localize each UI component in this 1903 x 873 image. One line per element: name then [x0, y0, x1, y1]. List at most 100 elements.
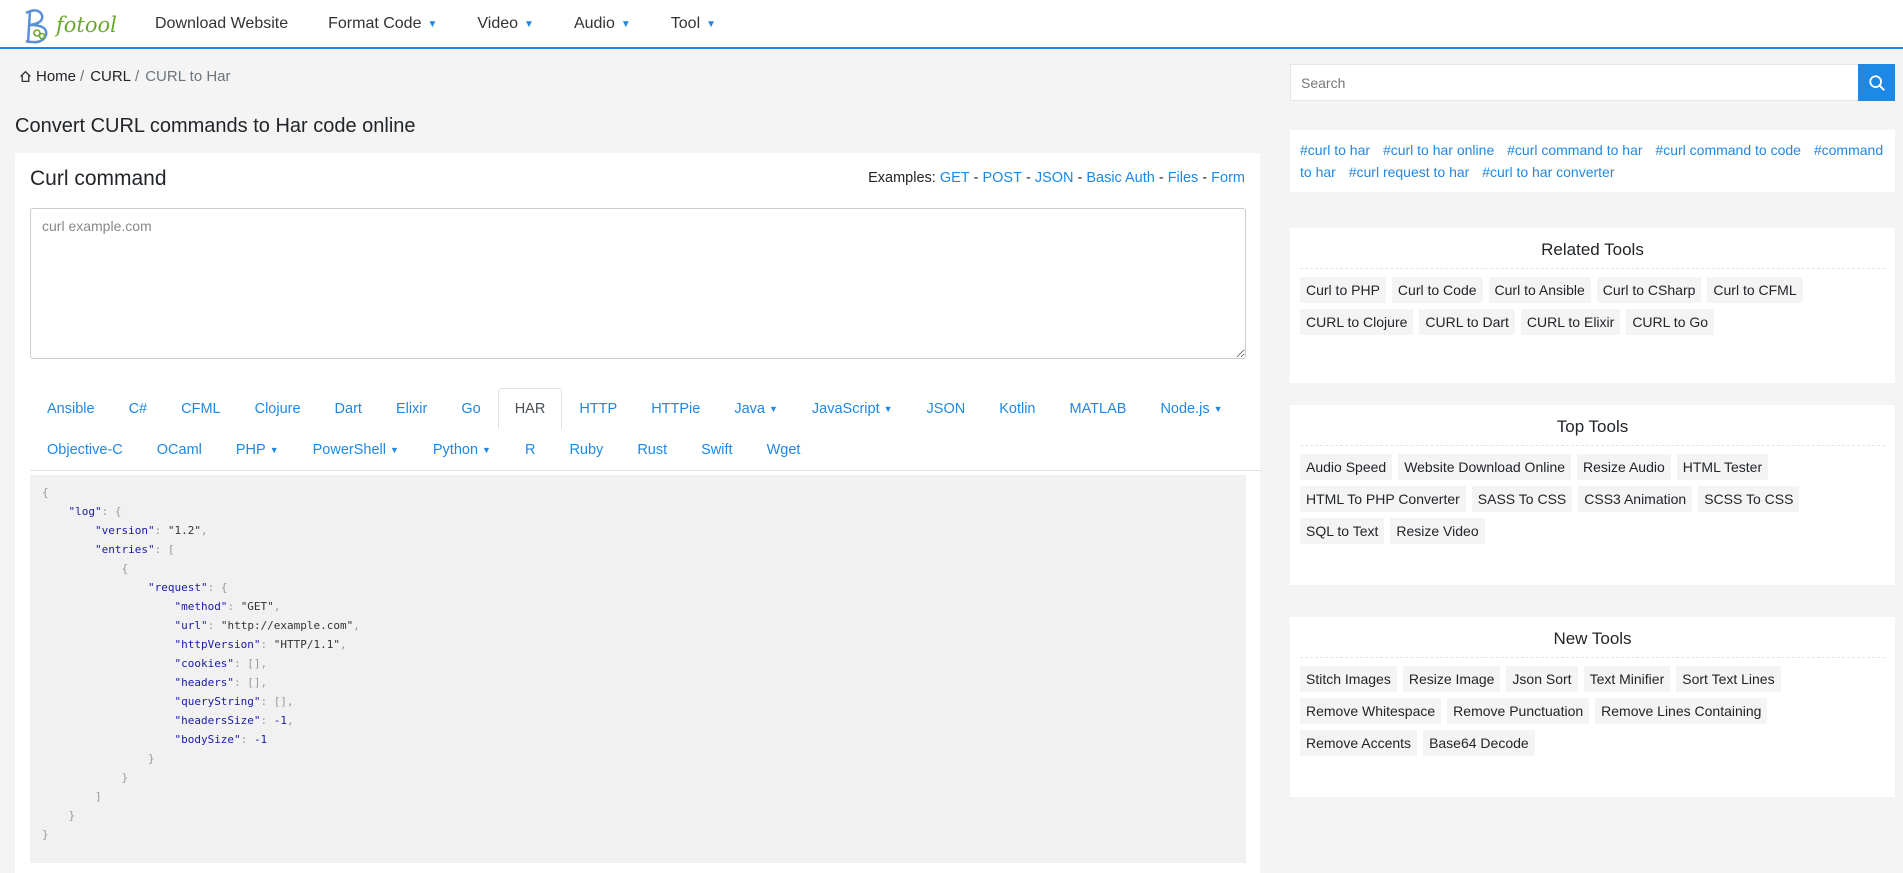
tab-python[interactable]: Python ▼ [416, 429, 508, 470]
tab-node-js[interactable]: Node.js ▼ [1143, 388, 1239, 429]
tab-ansible[interactable]: Ansible [30, 388, 112, 429]
example-basic-auth[interactable]: Basic Auth [1086, 170, 1155, 186]
example-files[interactable]: Files [1168, 170, 1199, 186]
tab-label: Objective-C [47, 442, 123, 458]
tab-javascript[interactable]: JavaScript ▼ [795, 388, 910, 429]
breadcrumb-curl[interactable]: CURL [90, 68, 131, 85]
nav-label: Format Code [328, 15, 422, 32]
tag-link[interactable]: #curl command to har [1507, 142, 1642, 158]
json-key: "cookies" [174, 657, 235, 670]
tool-link-remove-lines-containing[interactable]: Remove Lines Containing [1595, 698, 1768, 724]
nav-label: Video [477, 15, 519, 32]
tool-link-curl-to-elixir[interactable]: CURL to Elixir [1520, 309, 1621, 335]
top-tools-title: Top Tools [1300, 417, 1885, 446]
tab-powershell[interactable]: PowerShell ▼ [296, 429, 416, 470]
breadcrumb-home[interactable]: Home [36, 68, 76, 85]
breadcrumb-separator: / [80, 68, 85, 85]
example-json[interactable]: JSON [1035, 170, 1074, 186]
tab-ocaml[interactable]: OCaml [140, 429, 219, 470]
tag-link[interactable]: #curl to har [1300, 142, 1370, 158]
tag-link[interactable]: #curl to har converter [1482, 164, 1614, 180]
tool-link-audio-speed[interactable]: Audio Speed [1300, 454, 1393, 480]
tool-link-css3-animation[interactable]: CSS3 Animation [1578, 486, 1693, 512]
caret-down-icon: ▼ [883, 404, 893, 414]
tool-link-curl-to-csharp[interactable]: Curl to CSharp [1596, 277, 1702, 303]
tool-link-remove-whitespace[interactable]: Remove Whitespace [1300, 698, 1442, 724]
json-value: "HTTP/1.1" [273, 638, 341, 651]
tab-objective-c[interactable]: Objective-C [30, 429, 140, 470]
tab-http[interactable]: HTTP [562, 388, 634, 429]
tool-link-website-download-online[interactable]: Website Download Online [1398, 454, 1572, 480]
tab-wget[interactable]: Wget [750, 429, 818, 470]
tab-label: Swift [701, 442, 733, 458]
tool-link-resize-image[interactable]: Resize Image [1402, 666, 1501, 692]
search-button[interactable] [1858, 64, 1895, 101]
curl-command-input[interactable] [30, 208, 1246, 359]
tool-link-html-tester[interactable]: HTML Tester [1676, 454, 1769, 480]
tab-cfml[interactable]: CFML [164, 388, 237, 429]
nav-tool[interactable]: Tool ▼ [671, 15, 716, 33]
tag-link[interactable]: #curl to har online [1383, 142, 1494, 158]
tool-link-curl-to-php[interactable]: Curl to PHP [1300, 277, 1386, 303]
example-post[interactable]: POST [982, 170, 1021, 186]
tool-link-json-sort[interactable]: Json Sort [1506, 666, 1578, 692]
tool-link-resize-audio[interactable]: Resize Audio [1577, 454, 1671, 480]
tool-link-resize-video[interactable]: Resize Video [1390, 518, 1485, 544]
json-key: "version" [94, 524, 155, 537]
tool-link-base64-decode[interactable]: Base64 Decode [1423, 730, 1535, 756]
tool-link-text-minifier[interactable]: Text Minifier [1583, 666, 1671, 692]
tab-java[interactable]: Java ▼ [717, 388, 795, 429]
home-icon [19, 70, 32, 83]
tab-httpie[interactable]: HTTPie [634, 388, 717, 429]
main-nav: Download Website Format Code ▼ Video ▼ A… [155, 0, 756, 48]
tab-r[interactable]: R [508, 429, 552, 470]
tab-label: OCaml [156, 442, 202, 458]
new-tools-card: New Tools Stitch Images Resize Image Json … [1290, 617, 1895, 797]
tool-link-html-to-php-converter[interactable]: HTML To PHP Converter [1300, 486, 1466, 512]
tab-clojure[interactable]: Clojure [238, 388, 318, 429]
tab-elixir[interactable]: Elixir [379, 388, 444, 429]
tool-link-scss-to-css[interactable]: SCSS To CSS [1698, 486, 1800, 512]
tab-matlab[interactable]: MATLAB [1052, 388, 1143, 429]
tab-ruby[interactable]: Ruby [552, 429, 620, 470]
tool-link-stitch-images[interactable]: Stitch Images [1300, 666, 1397, 692]
site-logo[interactable]: fotool [20, 4, 117, 46]
caret-down-icon: ▼ [706, 18, 717, 30]
tool-link-sort-text-lines[interactable]: Sort Text Lines [1676, 666, 1781, 692]
tool-link-remove-accents[interactable]: Remove Accents [1300, 730, 1418, 756]
tab-dart[interactable]: Dart [318, 388, 379, 429]
nav-video[interactable]: Video ▼ [477, 15, 534, 33]
editor-title: Curl command [30, 167, 167, 190]
json-key: "bodySize" [174, 733, 241, 746]
tab-kotlin[interactable]: Kotlin [982, 388, 1052, 429]
tag-link[interactable]: #curl command to code [1655, 142, 1801, 158]
tab-rust[interactable]: Rust [620, 429, 684, 470]
search-input[interactable] [1290, 64, 1860, 101]
tab-swift[interactable]: Swift [684, 429, 749, 470]
example-form[interactable]: Form [1211, 170, 1245, 186]
tool-link-curl-to-dart[interactable]: CURL to Dart [1419, 309, 1515, 335]
example-get[interactable]: GET [940, 170, 970, 186]
top-navbar: fotool Download Website Format Code ▼ Vi… [0, 0, 1903, 49]
tab-har[interactable]: HAR [497, 388, 563, 429]
har-output[interactable]: { "log": { "version": "1.2", "entries": … [30, 475, 1246, 863]
tool-link-curl-to-ansible[interactable]: Curl to Ansible [1488, 277, 1591, 303]
tool-link-curl-to-cfml[interactable]: Curl to CFML [1707, 277, 1803, 303]
nav-download-website[interactable]: Download Website [155, 15, 288, 33]
tab-php[interactable]: PHP ▼ [219, 429, 296, 470]
tab-label: Ansible [47, 401, 95, 417]
caret-down-icon: ▼ [427, 18, 438, 30]
caret-down-icon: ▼ [620, 18, 631, 30]
tab-json[interactable]: JSON [910, 388, 983, 429]
tab-csharp[interactable]: C# [112, 388, 165, 429]
tag-link[interactable]: #curl request to har [1349, 164, 1470, 180]
tool-link-sql-to-text[interactable]: SQL to Text [1300, 518, 1385, 544]
tool-link-curl-to-go[interactable]: CURL to Go [1626, 309, 1715, 335]
tab-go[interactable]: Go [444, 388, 497, 429]
nav-format-code[interactable]: Format Code ▼ [328, 15, 437, 33]
tool-link-curl-to-code[interactable]: Curl to Code [1391, 277, 1483, 303]
nav-audio[interactable]: Audio ▼ [574, 15, 631, 33]
tool-link-remove-punctuation[interactable]: Remove Punctuation [1447, 698, 1590, 724]
tool-link-sass-to-css[interactable]: SASS To CSS [1471, 486, 1573, 512]
tool-link-curl-to-clojure[interactable]: CURL to Clojure [1300, 309, 1414, 335]
